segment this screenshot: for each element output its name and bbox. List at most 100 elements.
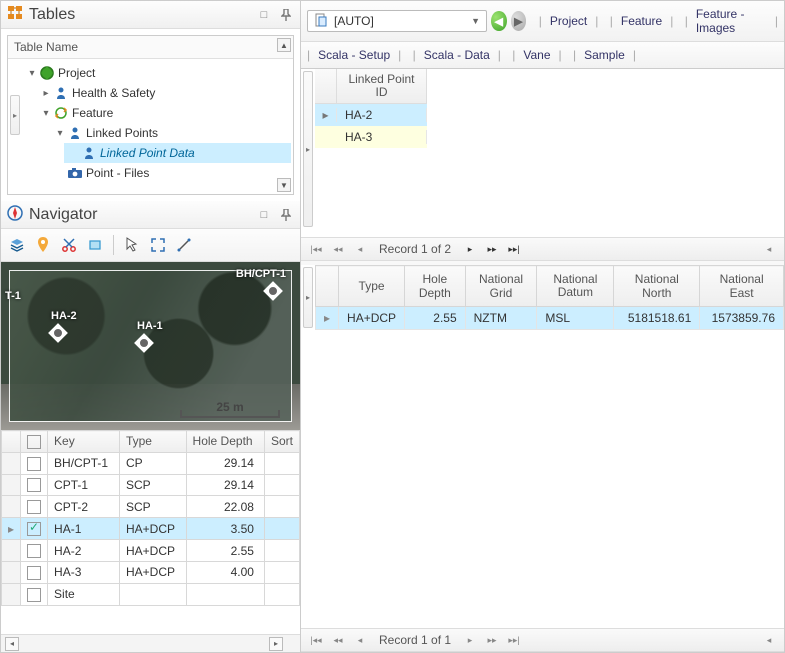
pointer-tool[interactable] <box>120 233 144 257</box>
camera-icon <box>66 165 84 181</box>
tab-project[interactable]: Project <box>546 12 591 30</box>
polygon-tool[interactable] <box>83 233 107 257</box>
dcol-type[interactable]: Type <box>339 266 405 307</box>
right-toolbar-secondary: |Scala - Setup| |Scala - Data| |Vane| |S… <box>301 42 784 69</box>
linked-grid-empty-area <box>427 69 784 229</box>
recnav-first[interactable]: |◂◂ <box>307 241 325 257</box>
tree-node-linked-point-data[interactable]: ▾ Linked Point Data <box>64 143 291 163</box>
dcol-national-east[interactable]: National East <box>700 266 784 307</box>
tab-feature[interactable]: Feature <box>617 12 666 30</box>
row-checkbox[interactable] <box>27 478 41 492</box>
hscroll-left[interactable]: ◂ <box>5 637 19 651</box>
nav-row[interactable]: ▸HA-1HA+DCP3.50 <box>2 518 300 540</box>
view-dropdown[interactable]: [AUTO] ▼ <box>307 10 487 32</box>
map-marker-bhcpt1[interactable]: BH/CPT-1 <box>236 268 286 301</box>
recnav-prevpage[interactable]: ◂◂ <box>329 241 347 257</box>
tables-panel-title: Tables <box>29 6 250 24</box>
col-hole-depth[interactable]: Hole Depth <box>186 431 264 453</box>
layers-tool[interactable] <box>5 233 29 257</box>
dcol-hole-depth[interactable]: Hole Depth <box>405 266 466 307</box>
recnav-nextpage[interactable]: ▸▸ <box>483 632 501 648</box>
recnav-hscroll-left[interactable]: ◂ <box>760 241 778 257</box>
detail-grid-collapse[interactable]: ▸ <box>303 267 313 328</box>
panel-pin-button[interactable] <box>278 7 294 23</box>
linked-row[interactable]: HA-3 <box>315 126 427 148</box>
tree-node-feature[interactable]: ▾ Feature <box>36 103 291 123</box>
panel-maximize-button[interactable]: □ <box>256 207 272 223</box>
nav-back-button[interactable]: ◀ <box>491 11 507 31</box>
measure-tool[interactable] <box>172 233 196 257</box>
recnav-next[interactable]: ▸ <box>461 632 479 648</box>
panel-pin-button[interactable] <box>278 207 294 223</box>
extent-tool[interactable] <box>146 233 170 257</box>
row-checkbox[interactable] <box>27 588 41 602</box>
check-all[interactable] <box>27 435 41 449</box>
chevron-down-icon: ▼ <box>471 16 480 26</box>
tab-feature-images[interactable]: Feature - Images <box>692 5 771 37</box>
row-checkbox[interactable] <box>27 566 41 580</box>
col-key[interactable]: Key <box>48 431 120 453</box>
linked-row[interactable]: ▸HA-2 <box>315 104 427 126</box>
tree-node-label: Linked Point Data <box>100 146 195 160</box>
map-scalebar: 25 m <box>180 396 280 418</box>
dcol-national-north[interactable]: National North <box>614 266 700 307</box>
nav-row[interactable]: CPT-1SCP29.14 <box>2 474 300 496</box>
compass-icon <box>7 205 23 224</box>
panel-maximize-button[interactable]: □ <box>256 7 272 23</box>
navigator-panel-title: Navigator <box>29 206 250 224</box>
col-sort[interactable]: Sort <box>264 431 299 453</box>
dcol-national-datum[interactable]: National Datum <box>537 266 614 307</box>
tab-vane[interactable]: Vane <box>519 46 554 64</box>
tree-node-label: Health & Safety <box>72 86 155 100</box>
cut-tool[interactable] <box>57 233 81 257</box>
navigator-table[interactable]: Key Type Hole Depth Sort BH/CPT-1CP29.14… <box>1 430 300 606</box>
linked-grid-header[interactable]: Linked Point ID <box>337 69 427 103</box>
nav-row[interactable]: Site <box>2 583 300 605</box>
marker-tool[interactable] <box>31 233 55 257</box>
tab-scala-setup[interactable]: Scala - Setup <box>314 46 394 64</box>
navigator-panel-header: Navigator □ <box>1 201 300 229</box>
nav-row[interactable]: HA-2HA+DCP2.55 <box>2 540 300 562</box>
recnav-prev[interactable]: ◂ <box>351 241 369 257</box>
nav-row[interactable]: HA-3HA+DCP4.00 <box>2 561 300 583</box>
recnav-nextpage[interactable]: ▸▸ <box>483 241 501 257</box>
tree-collapse-handle[interactable]: ▸ <box>10 95 20 135</box>
hscroll-right[interactable]: ▸ <box>269 637 283 651</box>
tree-node-linked-points[interactable]: ▾ Linked Points <box>50 123 291 143</box>
detail-row[interactable]: ▸ HA+DCP 2.55 NZTM MSL 5181518.61 157385… <box>316 307 784 330</box>
tab-scala-data[interactable]: Scala - Data <box>420 46 494 64</box>
tree-node-point-files[interactable]: ▾ Point - Files <box>50 163 291 183</box>
recnav-prev[interactable]: ◂ <box>351 632 369 648</box>
recnav-hscroll-left[interactable]: ◂ <box>760 632 778 648</box>
row-checkbox[interactable] <box>27 457 41 471</box>
map-marker-ha2[interactable]: HA-2 <box>51 310 77 343</box>
map-canvas[interactable]: T-1 HA-2 HA-1 BH/CPT-1 25 m <box>1 262 300 430</box>
tree-scroll-down[interactable]: ▼ <box>277 178 291 192</box>
recnav-last[interactable]: ▸▸| <box>505 632 523 648</box>
map-marker-t1[interactable]: T-1 <box>5 290 21 302</box>
recnav-next[interactable]: ▸ <box>461 241 479 257</box>
recnav-first[interactable]: |◂◂ <box>307 632 325 648</box>
col-type[interactable]: Type <box>119 431 186 453</box>
tree-column-header: Table Name <box>8 36 293 59</box>
tab-sample[interactable]: Sample <box>580 46 629 64</box>
row-checkbox[interactable] <box>27 544 41 558</box>
navigator-hscroll[interactable]: ◂ ▸ <box>1 634 300 652</box>
map-marker-ha1[interactable]: HA-1 <box>137 320 163 353</box>
tree-scroll-up[interactable]: ▲ <box>277 38 291 52</box>
recnav-last[interactable]: ▸▸| <box>505 241 523 257</box>
tree-node-label: Point - Files <box>86 166 149 180</box>
row-checkbox[interactable] <box>27 500 41 514</box>
recnav-prevpage[interactable]: ◂◂ <box>329 632 347 648</box>
linked-grid-collapse[interactable]: ▸ <box>303 71 313 227</box>
nav-row[interactable]: CPT-2SCP22.08 <box>2 496 300 518</box>
row-checkbox[interactable] <box>27 522 41 536</box>
dcol-national-grid[interactable]: National Grid <box>465 266 537 307</box>
detail-table[interactable]: Type Hole Depth National Grid National D… <box>315 265 784 330</box>
globe-refresh-icon <box>52 105 70 121</box>
nav-forward-button[interactable]: ▶ <box>511 11 527 31</box>
tree-node-project[interactable]: ▾ Project <box>22 63 291 83</box>
person-icon <box>52 85 70 101</box>
nav-row[interactable]: BH/CPT-1CP29.14 <box>2 452 300 474</box>
tree-node-health-safety[interactable]: ▸ Health & Safety <box>36 83 291 103</box>
